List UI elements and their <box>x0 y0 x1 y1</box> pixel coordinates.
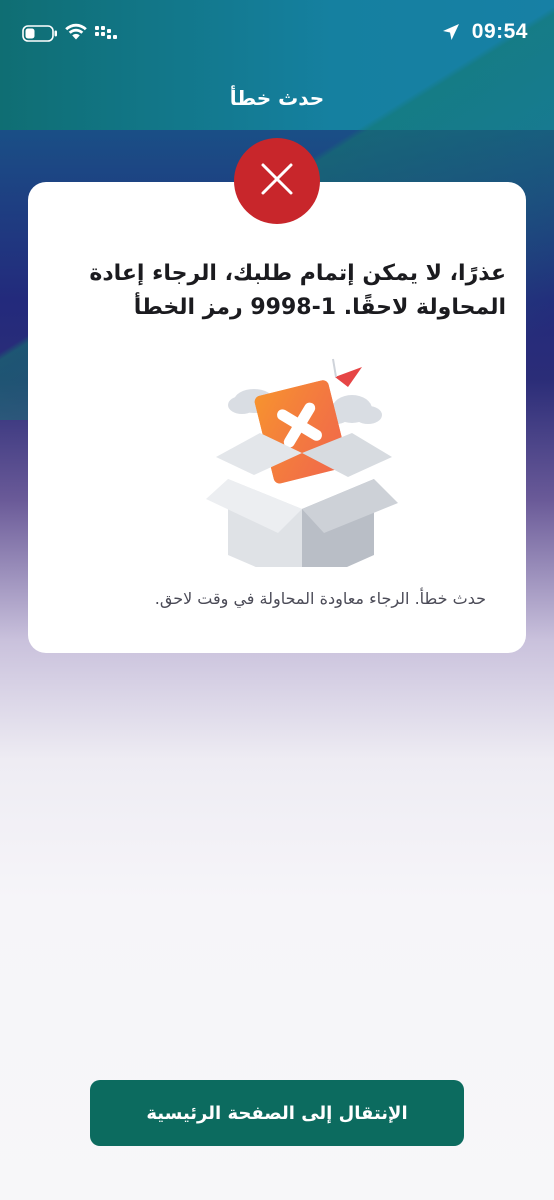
status-time: 09:54 <box>471 20 528 43</box>
go-to-home-button[interactable]: الإنتقال إلى الصفحة الرئيسية <box>90 1080 464 1146</box>
close-icon <box>259 161 295 201</box>
error-message: حدث خطأ. الرجاء معاودة المحاولة في وقت ل… <box>154 589 486 608</box>
signal-icon <box>95 25 117 45</box>
battery-icon <box>22 25 58 46</box>
status-bar: 09:54 <box>0 0 554 66</box>
wifi-icon <box>64 22 88 45</box>
page-title: حدث خطأ <box>229 86 325 110</box>
error-card: عذرًا، لا يمكن إتمام طلبك، الرجاء إعادة … <box>28 182 526 653</box>
error-heading: عذرًا، لا يمكن إتمام طلبك، الرجاء إعادة … <box>89 261 506 320</box>
location-arrow-icon <box>442 23 460 45</box>
error-status-badge <box>234 138 320 224</box>
open-box-illustration <box>202 357 402 587</box>
